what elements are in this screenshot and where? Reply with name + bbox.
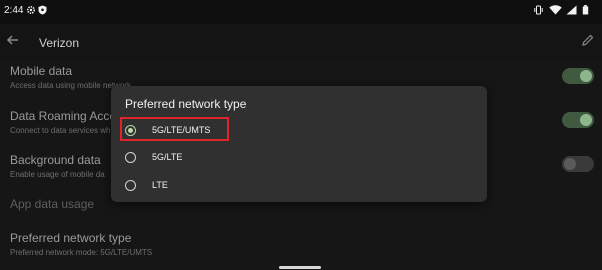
status-time: 2:44 [4, 5, 24, 16]
page-title: Verizon [39, 36, 80, 50]
option-lte[interactable]: LTE [119, 175, 479, 197]
gesture-nav-handle[interactable] [279, 266, 321, 269]
wifi-icon [549, 5, 562, 15]
data-roaming-toggle[interactable] [562, 112, 594, 128]
setting-title: Data Roaming Acces [10, 109, 123, 123]
status-bar: 2:44 [0, 0, 602, 24]
setting-preferred-network[interactable]: Preferred network type Preferred network… [10, 231, 152, 257]
radio-unselected-icon[interactable] [125, 152, 136, 163]
dialog-title: Preferred network type [125, 97, 247, 111]
setting-data-roaming[interactable]: Data Roaming Acces Connect to data servi… [10, 109, 122, 135]
option-label: LTE [152, 180, 168, 190]
vibrate-icon [534, 5, 543, 15]
option-label: 5G/LTE [152, 152, 183, 162]
setting-subtitle: Preferred network mode: 5G/LTE/UMTS [10, 248, 153, 257]
setting-title: Background data [10, 153, 101, 167]
setting-title: Preferred network type [10, 231, 132, 245]
arrow-back-icon[interactable] [6, 33, 20, 47]
radio-unselected-icon[interactable] [125, 180, 136, 191]
background-data-toggle[interactable] [562, 156, 594, 172]
option-5g-lte[interactable]: 5G/LTE [119, 147, 479, 169]
setting-background-data[interactable]: Background data Enable usage of mobile d… [10, 153, 105, 179]
option-5g-lte-umts[interactable]: 5G/LTE/UMTS [119, 117, 479, 142]
setting-subtitle: Enable usage of mobile da [10, 170, 105, 179]
highlight-box [120, 117, 229, 141]
setting-app-data-usage[interactable]: App data usage [10, 197, 94, 211]
setting-title: Mobile data [10, 64, 73, 78]
mobile-data-toggle[interactable] [562, 68, 594, 84]
battery-icon [582, 5, 589, 15]
app-bar: Verizon [0, 24, 602, 60]
pencil-icon[interactable] [582, 34, 594, 46]
shield-icon [38, 5, 47, 15]
gear-icon [26, 5, 36, 15]
signal-icon [566, 5, 577, 15]
setting-title: App data usage [10, 197, 95, 211]
setting-subtitle: Connect to data services wh [10, 126, 111, 135]
preferred-network-dialog: Preferred network type 5G/LTE/UMTS 5G/LT… [111, 86, 487, 202]
